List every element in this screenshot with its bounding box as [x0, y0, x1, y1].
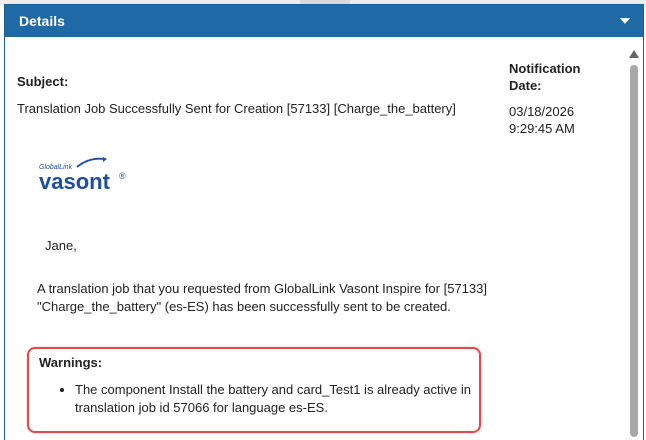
message-text: A translation job that you requested fro… — [37, 281, 487, 314]
warnings-title: Warnings: — [39, 355, 103, 370]
warnings-list: The component Install the battery and ca… — [57, 381, 485, 417]
notification-date-label: Notification Date: — [509, 61, 581, 93]
logo-registered-mark: ® — [119, 171, 126, 181]
chevron-down-icon[interactable] — [619, 15, 631, 27]
details-panel: Details Subject: Translation Job Success… — [4, 4, 644, 440]
scrollbar-thumb[interactable] — [630, 65, 638, 437]
vertical-scrollbar[interactable] — [625, 37, 643, 440]
subject-text: Translation Job Successfully Sent for Cr… — [17, 101, 456, 116]
notification-content: Subject: Translation Job Successfully Se… — [5, 37, 625, 440]
scroll-area[interactable]: Subject: Translation Job Successfully Se… — [5, 37, 643, 440]
warning-item: The component Install the battery and ca… — [75, 381, 485, 417]
globallink-vasont-logo: GlobalLink vasont ® — [37, 157, 137, 201]
notification-date-value: 03/18/2026 9:29:45 AM — [509, 104, 575, 136]
panel-header[interactable]: Details — [5, 5, 643, 37]
greeting: Jane, — [45, 238, 77, 253]
arrow-up-icon[interactable] — [629, 45, 639, 58]
warnings-box: Warnings: The component Install the batt… — [27, 347, 481, 433]
panel-title: Details — [19, 13, 65, 29]
logo-brand-text: vasont — [39, 169, 111, 194]
subject-label: Subject: — [17, 74, 69, 89]
